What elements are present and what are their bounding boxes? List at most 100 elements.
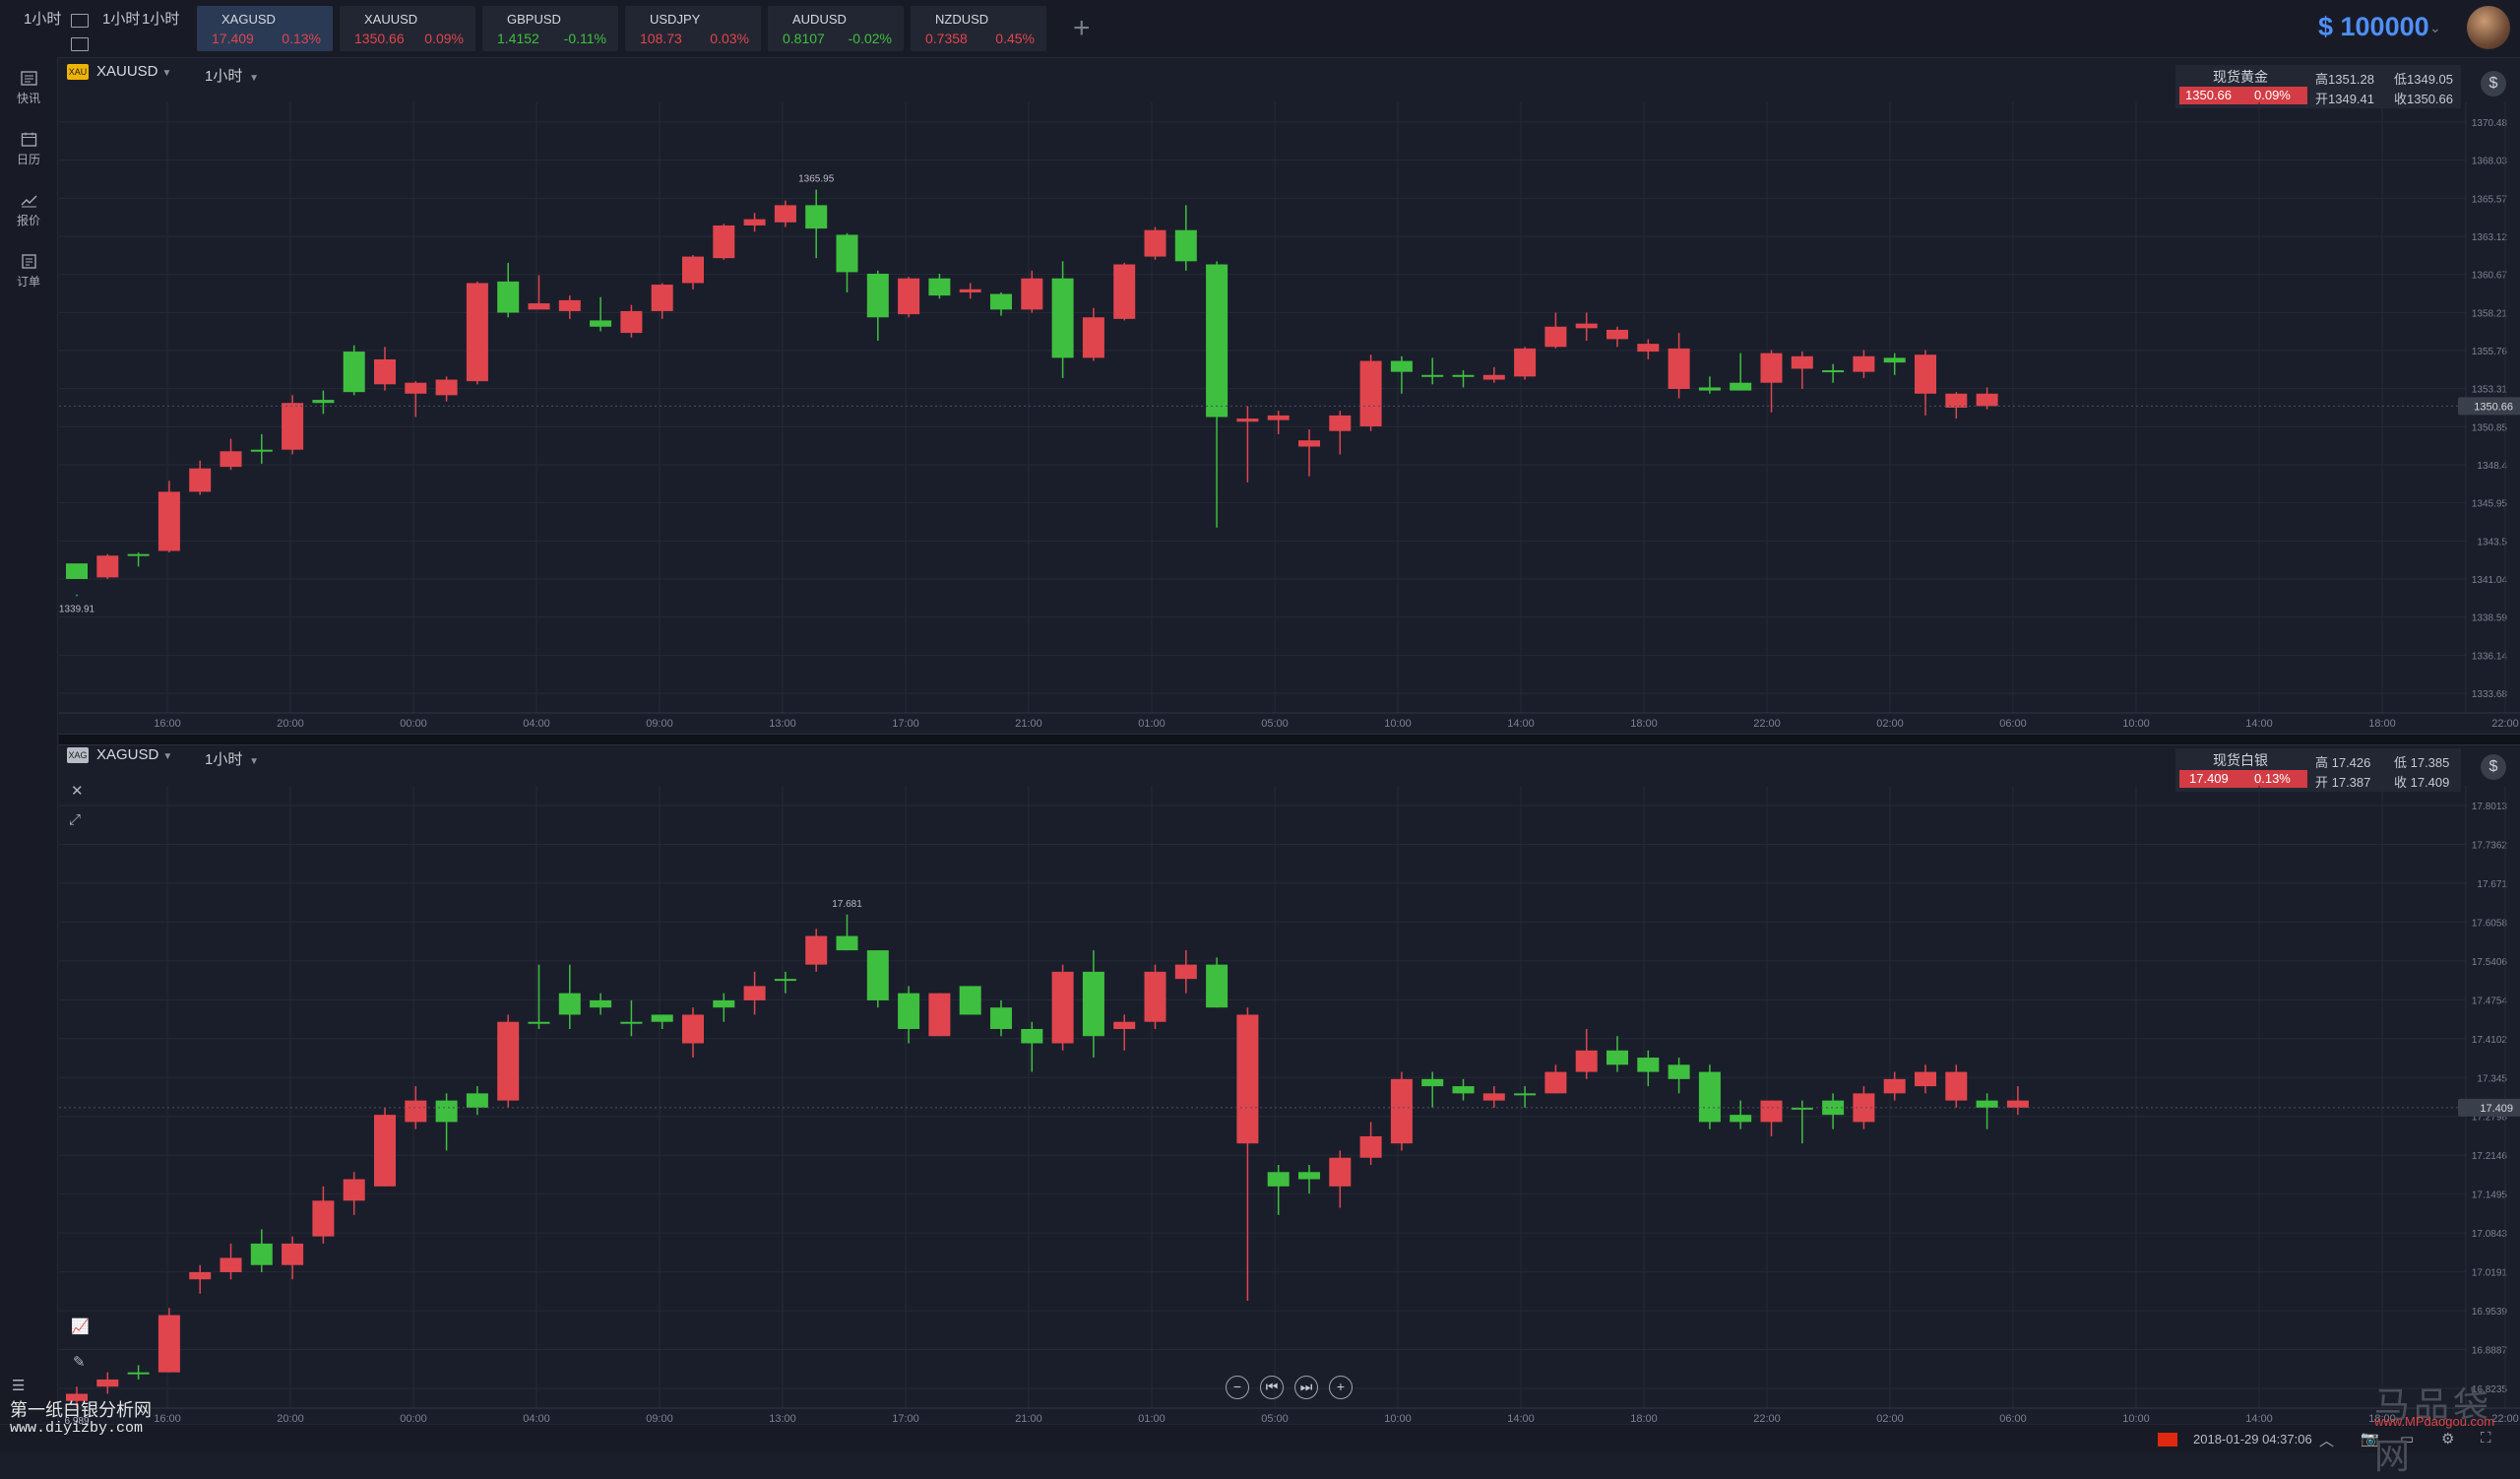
x-tick-label: 01:00 (1138, 1413, 1166, 1424)
quote-tab-xauusd[interactable]: XAUUSD 1350.66 0.09% (340, 6, 475, 51)
min-price-label: 1339.91 (59, 604, 95, 614)
quote-tab-nzdusd[interactable]: NZDUSD 0.7358 0.45% (911, 6, 1046, 51)
quote-tab-xagusd[interactable]: XAGUSD 17.409 0.13% (197, 6, 333, 51)
candle-body (1359, 360, 1382, 426)
candle-body (1698, 1071, 1721, 1123)
layout-single-icon[interactable] (71, 37, 89, 51)
y-tick-label: 1363.12 (2472, 232, 2508, 243)
chart1-trade-dollar-icon[interactable]: $ (2481, 71, 2506, 96)
timeframe-label-3[interactable]: 1小时 (142, 8, 179, 29)
candle-body (959, 986, 981, 1015)
candle-body (1822, 370, 1845, 373)
candle-body (836, 234, 858, 273)
x-tick-label: 13:00 (769, 718, 796, 730)
chart1-candlestick-chart[interactable]: 1370.48 1368.03 1365.57 1363.12 1360.67 1358.… (59, 95, 2520, 733)
sidebar-item-label: 报价 (16, 214, 40, 227)
timeframe-label-1[interactable]: 1小时 (24, 8, 61, 29)
add-tab-button[interactable]: + (1073, 12, 1091, 45)
chevron-up-icon[interactable]: ︿ (2319, 1430, 2334, 1450)
balance-caret-icon[interactable]: ⌄ (2429, 20, 2441, 36)
y-tick-label: 1348.4 (2477, 461, 2507, 472)
candle-body (1329, 415, 1352, 431)
y-tick-label: 17.2146 (2472, 1151, 2508, 1162)
y-tick-label: 17.1495 (2472, 1190, 2508, 1201)
x-tick-label: 14:00 (1507, 1413, 1535, 1424)
zoom-out-button[interactable]: − (1226, 1376, 1249, 1399)
chart2-high: 高 17.426 (2315, 755, 2371, 770)
candle-body (343, 1179, 365, 1201)
candle-body (898, 993, 920, 1029)
max-price-label: 17.681 (832, 899, 862, 910)
candle-body (1206, 264, 1228, 418)
quote-tab-change: 0.13% (282, 31, 321, 46)
candle-body (312, 1200, 335, 1237)
y-tick-label: 17.0191 (2472, 1268, 2508, 1279)
candle-body (1730, 382, 1752, 391)
x-tick-label: 09:00 (646, 1413, 673, 1424)
panel-divider[interactable] (59, 734, 2520, 745)
candle-body (1021, 1028, 1043, 1044)
zoom-in-button[interactable]: + (1329, 1376, 1353, 1399)
chart1-symbol-selector[interactable]: XAU XAUUSD ▼ (67, 63, 171, 89)
y-tick-label: 1368.03 (2472, 157, 2508, 167)
candle-body (127, 1372, 150, 1375)
candle-body (1668, 1064, 1690, 1079)
x-tick-label: 05:00 (1261, 1413, 1289, 1424)
x-tick-label: 00:00 (400, 1413, 427, 1424)
scroll-end-button[interactable]: ⏭ (1294, 1376, 1318, 1399)
sidebar-item-quotes[interactable]: 报价 (0, 193, 57, 228)
user-avatar[interactable] (2467, 6, 2510, 49)
candle-body (1421, 374, 1444, 377)
y-tick-label: 1333.68 (2472, 689, 2508, 700)
sidebar-item-news[interactable]: 快讯 (0, 71, 57, 106)
quote-tab-usdjpy[interactable]: USDJPY 108.73 0.03% (625, 6, 761, 51)
quote-tab-gbpusd[interactable]: GBPUSD 1.4152 -0.11% (482, 6, 618, 51)
candle-body (528, 1021, 550, 1024)
indicator-icon[interactable]: 📈 (71, 1318, 90, 1335)
sidebar-item-calendar[interactable]: 日历 (0, 132, 57, 167)
sidebar-item-orders[interactable]: 订单 (0, 254, 57, 289)
chart2-timeframe-selector[interactable]: 1小时 ▼ (205, 748, 259, 769)
candle-body (282, 1243, 304, 1265)
drawing-tool-icon[interactable]: ✎ (73, 1353, 86, 1371)
chevron-down-icon: ▼ (246, 756, 260, 767)
candle-body (1236, 1014, 1259, 1144)
status-bar: 2018-01-29 04:37:06 ︿ 📷 ▭ ⚙ ⛶ (0, 1424, 2520, 1453)
chart2-timeframe: 1小时 (205, 751, 243, 768)
quote-tab-symbol: AUDUSD (792, 12, 847, 27)
candle-body (1976, 393, 1998, 407)
x-tick-label: 05:00 (1261, 718, 1289, 730)
x-tick-label: 06:00 (1999, 1413, 2027, 1424)
y-tick-label: 1360.67 (2472, 271, 2508, 282)
candle-body (713, 999, 735, 1008)
chart2-candlestick-chart[interactable]: 17.8013 17.7362 17.671 17.6058 17.5406 17.475… (59, 778, 2520, 1424)
x-tick-label: 18:00 (1630, 718, 1658, 730)
candle-body (435, 1100, 458, 1123)
menu-icon[interactable]: ☰ (12, 1377, 25, 1394)
candle-body (1482, 374, 1505, 380)
candle-body (1329, 1157, 1352, 1187)
candle-body (1915, 1071, 1936, 1087)
quote-tab-audusd[interactable]: AUDUSD 0.8107 -0.02% (768, 6, 904, 51)
x-tick-label: 22:00 (1753, 1413, 1781, 1424)
x-tick-label: 04:00 (523, 718, 550, 730)
timeframe-label-2[interactable]: 1小时 (102, 8, 140, 29)
x-tick-label: 06:00 (1999, 718, 2027, 730)
candle-body (250, 1243, 273, 1265)
candle-body (189, 468, 212, 492)
candle-body (405, 382, 427, 394)
quote-tab-price: 1350.66 (354, 31, 405, 46)
chart2-symbol-selector[interactable]: XAG XAGUSD ▼ (67, 746, 172, 772)
y-tick-label: 1345.95 (2472, 499, 2508, 510)
candle-body (1267, 1172, 1290, 1187)
chart1-timeframe-selector[interactable]: 1小时 ▼ (205, 65, 259, 86)
chart2-trade-dollar-icon[interactable]: $ (2481, 754, 2506, 780)
scroll-start-button[interactable]: ⏮ (1260, 1376, 1284, 1399)
layout-grid-icon[interactable] (71, 14, 89, 28)
candle-body (497, 281, 520, 313)
y-tick-label: 17.671 (2477, 879, 2507, 890)
candle-body (405, 1100, 427, 1123)
candle-body (1359, 1135, 1382, 1158)
x-tick-label: 10:00 (2122, 1413, 2150, 1424)
candle-body (682, 1014, 704, 1044)
